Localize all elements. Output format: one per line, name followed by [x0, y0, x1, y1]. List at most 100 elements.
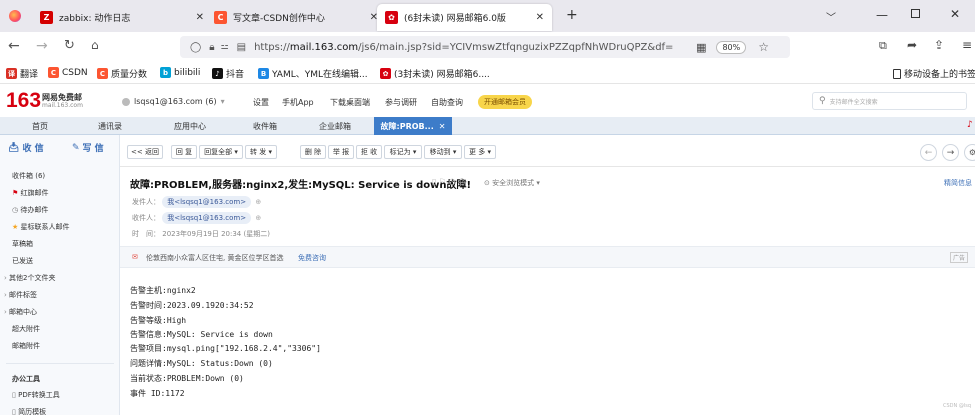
- ad-text[interactable]: 伦敦西南小众富人区住宅, 黄金区位学区首选: [146, 253, 283, 263]
- bookmark-csdn[interactable]: C CSDN: [48, 67, 88, 78]
- note-icon[interactable]: ▯: [432, 177, 436, 186]
- new-tab-button[interactable]: +: [566, 7, 578, 23]
- vip-badge[interactable]: 开通邮箱会员: [478, 95, 532, 109]
- firefox-menu-icon[interactable]: [9, 10, 21, 22]
- tab-enterprise-mail[interactable]: 企业邮箱: [305, 117, 365, 135]
- compose-mail-button[interactable]: ✎ 写 信: [72, 141, 104, 155]
- sidebar-item-sent[interactable]: 已发送: [12, 256, 33, 266]
- to-address-chip[interactable]: 我<lsqsq1@163.com>: [162, 212, 252, 224]
- sidebar-item-resume-template[interactable]: ▯ 简历模板: [12, 407, 46, 417]
- lock-icon[interactable]: 🔒︎: [209, 42, 214, 53]
- sidebar-item-todo[interactable]: ◷ 待办邮件: [12, 205, 48, 215]
- tab-mail-163[interactable]: ✿ (6封未读) 网易邮箱6.0版 ✕: [377, 4, 552, 31]
- reload-icon[interactable]: ↻: [64, 38, 75, 53]
- account-menu[interactable]: lsqsq1@163.com (6) ▾: [122, 97, 225, 106]
- bookmark-yaml-editor[interactable]: B YAML、YML在线编辑...: [258, 67, 368, 80]
- logo-163[interactable]: 163: [6, 89, 41, 113]
- sidebar-item-labels[interactable]: › 邮件标签: [4, 290, 37, 300]
- sidebar-item-attachments[interactable]: 邮箱附件: [12, 341, 40, 351]
- flag-icon[interactable]: ⚐: [439, 177, 446, 186]
- sidebar-item-flagged[interactable]: ⚑ 红旗邮件: [12, 188, 49, 198]
- reader-view-icon[interactable]: ▤: [237, 42, 246, 53]
- maximize-icon[interactable]: [911, 9, 920, 18]
- search-placeholder: 支持邮件全文搜索: [829, 98, 878, 106]
- reply-all-button[interactable]: 回复全部 ▾: [199, 145, 243, 159]
- simple-info-link[interactable]: 精简信息: [944, 178, 972, 188]
- close-icon[interactable]: ✕: [196, 12, 204, 23]
- bookmark-mobile[interactable]: 移动设备上的书签: [893, 67, 975, 80]
- to-label: 收件人：: [132, 214, 160, 222]
- url-text[interactable]: https://mail.163.com/js6/main.jsp?sid=YC…: [254, 42, 684, 53]
- clock-icon[interactable]: ◷: [449, 177, 456, 186]
- sidebar-item-drafts[interactable]: 草稿箱: [12, 239, 33, 249]
- prev-mail-icon[interactable]: ←: [920, 144, 937, 161]
- app-menu-icon[interactable]: ≡: [962, 38, 972, 52]
- tab-contacts[interactable]: 通讯录: [80, 117, 140, 135]
- share-icon[interactable]: ⇪: [934, 38, 944, 52]
- receive-mail-button[interactable]: 📥︎ 收 信: [8, 141, 44, 155]
- minimize-icon[interactable]: —: [876, 8, 888, 22]
- address-bar[interactable]: ◯ 🔒︎ ⚍ ▤ https://mail.163.com/js6/main.j…: [180, 36, 790, 58]
- back-arrow-icon[interactable]: ←: [8, 38, 20, 54]
- bookmark-star-icon[interactable]: ☆: [758, 40, 769, 54]
- report-button[interactable]: 举 报: [328, 145, 354, 159]
- shield-icon[interactable]: ◯: [190, 42, 201, 53]
- link-desktop-download[interactable]: 下载桌面端: [330, 97, 370, 108]
- netease-favicon-icon: ✿: [385, 11, 398, 24]
- sidebar-item-mail-center[interactable]: › 邮箱中心: [4, 307, 37, 317]
- print-icon[interactable]: ⎙: [458, 177, 464, 186]
- more-button[interactable]: 更 多 ▾: [464, 145, 496, 159]
- sidebar-item-starred[interactable]: ★ 星标联系人邮件: [12, 222, 70, 232]
- mail-search-input[interactable]: ⚲ 支持邮件全文搜索: [812, 92, 967, 110]
- tab-current-mail[interactable]: 故障:PROB... ✕: [374, 117, 452, 135]
- qr-code-icon[interactable]: ▦: [696, 41, 706, 54]
- next-mail-icon[interactable]: →: [942, 144, 959, 161]
- zoom-level[interactable]: 80%: [716, 40, 747, 54]
- tab-home[interactable]: 首页: [10, 117, 70, 135]
- ad-link[interactable]: 免费咨询: [298, 253, 326, 263]
- tab-csdn[interactable]: C 写文章-CSDN创作中心 ✕: [206, 4, 386, 31]
- reply-button[interactable]: 回 复: [171, 145, 197, 159]
- sidebar-item-inbox[interactable]: 收件箱 (6): [12, 171, 45, 181]
- body-line: 告警信息:MySQL: Service is down: [130, 330, 273, 339]
- forward-arrow-icon[interactable]: →: [36, 38, 48, 54]
- tab-inbox[interactable]: 收件箱: [235, 117, 295, 135]
- notice-icon[interactable]: ♪: [967, 120, 973, 130]
- sidebar-item-pdf-tool[interactable]: ▯ PDF转换工具: [12, 390, 60, 400]
- bookmark-douyin[interactable]: ♪ 抖音: [212, 67, 244, 80]
- from-address-chip[interactable]: 我<lsqsq1@163.com>: [162, 196, 252, 208]
- link-mobile-app[interactable]: 手机App: [282, 97, 314, 108]
- bookmark-bilibili[interactable]: b bilibili: [160, 67, 200, 78]
- extensions-icon[interactable]: ⧉: [879, 39, 887, 53]
- document-icon: ▯: [12, 391, 16, 399]
- link-self-service[interactable]: 自助查询: [431, 97, 463, 108]
- close-icon[interactable]: ✕: [536, 12, 544, 23]
- link-survey[interactable]: 参与调研: [385, 97, 417, 108]
- move-to-button[interactable]: 移动到 ▾: [424, 145, 462, 159]
- reject-button[interactable]: 拒 收: [356, 145, 382, 159]
- subject-action-icons[interactable]: ▯ ⚐ ◷ ⎙: [432, 177, 465, 187]
- home-icon[interactable]: ⌂: [91, 38, 99, 52]
- back-button[interactable]: << 返回: [127, 145, 163, 159]
- safe-mode-toggle[interactable]: ⊙ 安全浏览模式 ▾: [484, 178, 540, 188]
- tab-zabbix[interactable]: Z zabbix: 动作日志 ✕: [32, 4, 212, 31]
- bookmark-quality-score[interactable]: C 质量分数: [97, 67, 147, 80]
- forward-button[interactable]: 转 发 ▾: [245, 145, 277, 159]
- bookmark-netease-mail[interactable]: ✿ (3封未读) 网易邮箱6....: [380, 67, 490, 80]
- mark-as-button[interactable]: 标记为 ▾: [384, 145, 422, 159]
- delete-button[interactable]: 删 除: [300, 145, 326, 159]
- sidebar-item-other-folders[interactable]: › 其他2个文件夹: [4, 273, 56, 283]
- link-settings[interactable]: 设置: [253, 97, 269, 108]
- add-contact-icon[interactable]: ⊕: [255, 214, 261, 222]
- sidebar-item-large-attachments[interactable]: 超大附件: [12, 324, 40, 334]
- sync-icon[interactable]: ➦: [907, 38, 917, 52]
- close-icon[interactable]: ✕: [439, 122, 446, 131]
- bookmarks-toolbar: 译翻译 C CSDN C 质量分数 b bilibili ♪ 抖音 B YAML、YML在…: [0, 62, 975, 84]
- bookmark-translate[interactable]: 译翻译: [6, 67, 38, 80]
- add-contact-icon[interactable]: ⊕: [255, 198, 261, 206]
- window-close-icon[interactable]: ✕: [950, 7, 960, 21]
- tab-list-chevron-icon[interactable]: ﹀: [826, 9, 836, 24]
- permissions-icon[interactable]: ⚍: [221, 42, 229, 52]
- tab-app-center[interactable]: 应用中心: [160, 117, 220, 135]
- settings-gear-icon[interactable]: ⚙: [964, 144, 975, 161]
